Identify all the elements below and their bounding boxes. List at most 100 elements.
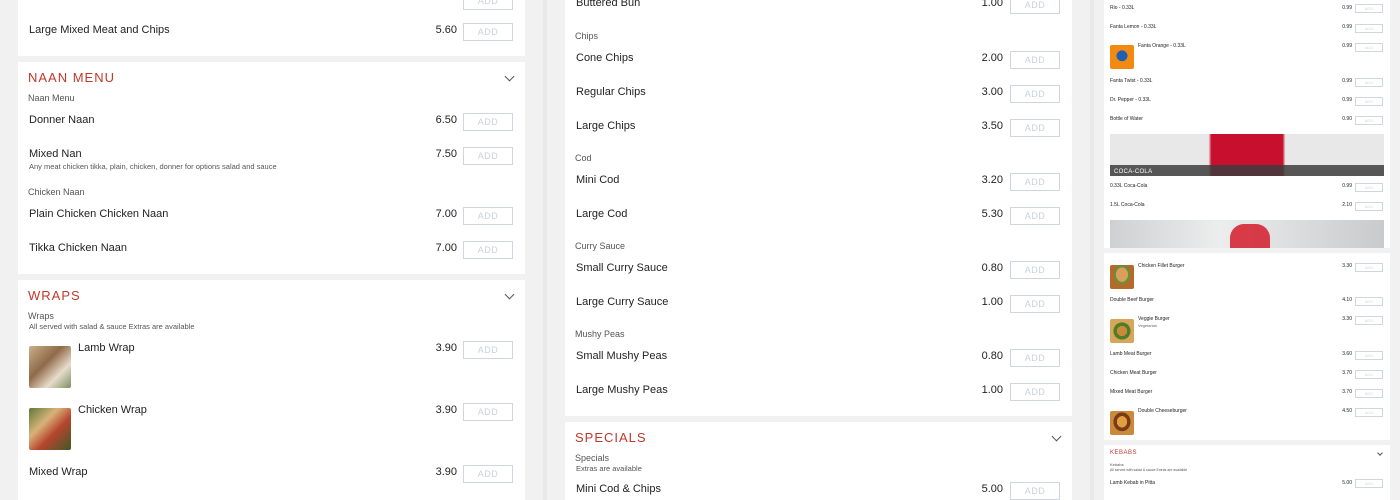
add-button[interactable]: ADD [1355, 389, 1383, 398]
add-button[interactable]: ADD [1355, 408, 1383, 417]
add-button[interactable]: ADD [1010, 119, 1060, 137]
item-price: 4.10 [1342, 297, 1352, 303]
item-price: 5.00 [981, 483, 1003, 495]
add-button[interactable]: ADD [1355, 316, 1383, 325]
add-button[interactable]: ADD [463, 0, 513, 10]
add-button[interactable]: ADD [1355, 370, 1383, 379]
section-title[interactable]: KEBABS [1110, 450, 1137, 456]
subsection-title: Chicken Naan [28, 187, 85, 197]
add-button[interactable]: ADD [1355, 43, 1383, 52]
naan-menu-section: NAAN MENU Naan Menu Donner Naan 6.50 ADD… [18, 62, 525, 274]
item-price: 7.50 [435, 148, 457, 160]
menu-column-left: ADD Large Mixed Meat and Chips 5.60 ADD … [0, 0, 543, 500]
chicken-fillet-burger-image [1110, 265, 1134, 289]
add-button[interactable]: ADD [1010, 295, 1060, 313]
item-price: 0.99 [1342, 43, 1352, 49]
drinks-section: Rio - 0.33L 0.99 ADD Fanta Lemon - 0.33L… [1104, 0, 1390, 248]
item-price: 3.90 [435, 466, 457, 478]
add-button[interactable]: ADD [1355, 183, 1383, 192]
add-button[interactable]: ADD [1355, 24, 1383, 33]
add-button[interactable]: ADD [1010, 0, 1060, 14]
add-button[interactable]: ADD [1010, 261, 1060, 279]
item-price: 0.99 [1342, 78, 1352, 84]
diet-coke-logo-stripe [1230, 224, 1270, 248]
subsection-title: Chips [575, 31, 599, 41]
item-price: 0.99 [1342, 97, 1352, 103]
item-name: Large Mixed Meat and Chips [29, 24, 170, 36]
add-button[interactable]: ADD [463, 241, 513, 259]
chicken-wrap-image [29, 408, 71, 450]
subsection-title: Naan Menu [28, 93, 75, 103]
item-name: Lamb Meat Burger [1110, 351, 1152, 357]
item-name: Double Cheeseburger [1138, 408, 1187, 414]
item-price: 7.00 [435, 208, 457, 220]
section-title[interactable]: WRAPS [28, 288, 81, 303]
item-name: Tikka Chicken Naan [29, 242, 128, 254]
chevron-down-icon[interactable] [1377, 450, 1383, 456]
item-name: Large Chips [576, 120, 636, 132]
add-button[interactable]: ADD [463, 465, 513, 483]
item-name: Lamb Wrap [78, 342, 135, 354]
specials-section: SPECIALS Specials Extras are available M… [565, 422, 1072, 500]
add-button[interactable]: ADD [1355, 479, 1383, 488]
item-price: 3.60 [1342, 351, 1352, 357]
add-button[interactable]: ADD [1355, 202, 1383, 211]
item-name: Small Curry Sauce [576, 262, 668, 274]
item-price: 5.60 [435, 24, 457, 36]
banner-title: COCA-COLA [1114, 169, 1153, 175]
chevron-down-icon[interactable] [1051, 431, 1062, 442]
add-button[interactable]: ADD [463, 23, 513, 41]
item-name: Fanta Twist - 0.33L [1110, 78, 1153, 84]
add-button[interactable]: ADD [463, 207, 513, 225]
item-name: 1.5L Coca-Cola [1110, 202, 1145, 208]
add-button[interactable]: ADD [1355, 263, 1383, 272]
item-price: 3.90 [435, 404, 457, 416]
add-button[interactable]: ADD [1010, 207, 1060, 225]
add-button[interactable]: ADD [1355, 297, 1383, 306]
item-name: Chicken Wrap [78, 404, 147, 416]
chevron-down-icon[interactable] [504, 71, 515, 82]
item-name: Cone Chips [576, 52, 634, 64]
item-price: 0.80 [981, 262, 1003, 274]
add-button[interactable]: ADD [1355, 116, 1383, 125]
add-button[interactable]: ADD [1010, 51, 1060, 69]
item-name: Large Cod [576, 208, 628, 220]
coca-cola-banner: COCA-COLA [1110, 134, 1384, 176]
item-price: 3.30 [1342, 316, 1352, 322]
item-name: Large Curry Sauce [576, 296, 669, 308]
add-button[interactable]: ADD [1010, 85, 1060, 103]
item-name: Double Beef Burger [1110, 297, 1154, 303]
item-name: Mini Cod [576, 174, 620, 186]
menu-column-middle: Buttered Bun 1.00 ADD Chips Cone Chips 2… [547, 0, 1090, 500]
chevron-down-icon[interactable] [504, 289, 515, 300]
item-price: 0.80 [981, 350, 1003, 362]
item-name: 0.33L Coca-Cola [1110, 183, 1148, 189]
item-name: Mixed Wrap [29, 466, 88, 478]
item-name: Fanta Orange - 0.33L [1138, 43, 1186, 49]
item-price: 3.00 [981, 86, 1003, 98]
add-button[interactable]: ADD [463, 341, 513, 359]
kebabs-section: KEBABS Kebabs All served with salad & sa… [1104, 445, 1390, 500]
add-button[interactable]: ADD [463, 147, 513, 165]
add-button[interactable]: ADD [1010, 383, 1060, 401]
item-price: 1.00 [981, 0, 1003, 9]
add-button[interactable]: ADD [463, 403, 513, 421]
add-button[interactable]: ADD [1010, 349, 1060, 367]
section-title[interactable]: SPECIALS [575, 430, 647, 445]
item-price: 1.00 [981, 296, 1003, 308]
add-button[interactable]: ADD [1010, 482, 1060, 500]
subsection-title: Wraps [28, 311, 54, 321]
add-button[interactable]: ADD [1010, 173, 1060, 191]
add-button[interactable]: ADD [1355, 78, 1383, 87]
add-button[interactable]: ADD [1355, 97, 1383, 106]
item-price: 6.50 [435, 114, 457, 126]
item-name: Chicken Meat Burger [1110, 370, 1157, 376]
add-button[interactable]: ADD [1355, 351, 1383, 360]
item-price: 0.99 [1342, 24, 1352, 30]
add-button[interactable]: ADD [1355, 4, 1383, 13]
section-title[interactable]: NAAN MENU [28, 70, 115, 85]
add-button[interactable]: ADD [463, 113, 513, 131]
veggie-burger-image [1110, 319, 1134, 343]
item-price: 3.20 [981, 174, 1003, 186]
item-name: Rio - 0.33L [1110, 5, 1135, 11]
